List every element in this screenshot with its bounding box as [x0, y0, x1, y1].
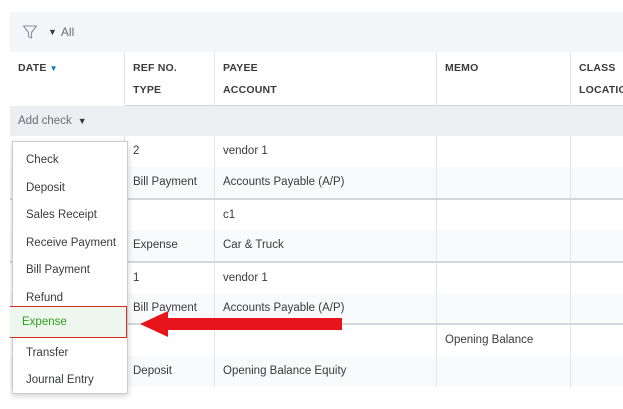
add-check-button[interactable]: Add check	[18, 115, 72, 127]
payee-cell: c1	[214, 200, 436, 231]
class-location-column-header[interactable]: CLASS LOCATION	[570, 52, 623, 106]
memo-cell	[436, 356, 570, 387]
account-cell: Car & Truck	[214, 230, 436, 261]
memo-cell	[436, 136, 570, 167]
red-arrow-left	[140, 311, 342, 337]
memo-header-label: MEMO	[445, 62, 479, 74]
memo-cell	[436, 293, 570, 324]
filter-bar: ▼ All	[10, 12, 623, 52]
ref-no-header-label: REF NO.	[133, 62, 177, 74]
memo-cell	[436, 263, 570, 294]
register-frame: ▼ All DATE ▼ REF NO. TYPE PAYEE ACCOUNT M…	[10, 12, 623, 409]
column-header-row: DATE ▼ REF NO. TYPE PAYEE ACCOUNT MEMO CL…	[10, 52, 623, 106]
type-cell: Bill Payment	[124, 167, 214, 198]
payee-account-column-header[interactable]: PAYEE ACCOUNT	[214, 52, 436, 106]
memo-cell	[436, 200, 570, 231]
memo-cell: Opening Balance	[436, 325, 570, 356]
class-cell	[570, 136, 623, 167]
type-cell: Deposit	[124, 356, 214, 387]
payee-cell: vendor 1	[214, 263, 436, 294]
class-cell	[570, 263, 623, 294]
menu-item-receive-payment[interactable]: Receive Payment	[13, 229, 127, 257]
location-header-label: LOCATION	[579, 84, 623, 96]
memo-column-header[interactable]: MEMO	[436, 52, 570, 106]
menu-item-transfer[interactable]: Transfer	[13, 339, 127, 367]
caret-down-icon[interactable]: ▼	[78, 116, 87, 126]
menu-item-bill-payment[interactable]: Bill Payment	[13, 256, 127, 284]
payee-cell: vendor 1	[214, 136, 436, 167]
ref-type-column-header[interactable]: REF NO. TYPE	[124, 52, 214, 106]
location-cell	[570, 356, 623, 387]
location-cell	[570, 230, 623, 261]
date-column-header[interactable]: DATE ▼	[10, 52, 124, 106]
menu-item-check[interactable]: Check	[13, 146, 127, 174]
caret-down-icon[interactable]: ▼	[48, 27, 57, 37]
menu-item-sales-receipt[interactable]: Sales Receipt	[13, 201, 127, 229]
funnel-icon[interactable]	[22, 24, 38, 40]
add-check-row: Add check ▼	[10, 106, 623, 136]
class-header-label: CLASS	[579, 62, 616, 74]
menu-item-expense[interactable]: Expense	[10, 306, 127, 338]
location-cell	[570, 167, 623, 198]
ref-no-cell	[124, 200, 214, 231]
date-header-label: DATE	[18, 62, 47, 74]
ref-no-cell: 2	[124, 136, 214, 167]
account-cell: Accounts Payable (A/P)	[214, 167, 436, 198]
type-cell: Expense	[124, 230, 214, 261]
account-header-label: ACCOUNT	[223, 84, 277, 96]
account-cell: Opening Balance Equity	[214, 356, 436, 387]
class-cell	[570, 200, 623, 231]
menu-item-deposit[interactable]: Deposit	[13, 174, 127, 202]
payee-header-label: PAYEE	[223, 62, 258, 74]
ref-no-cell: 1	[124, 263, 214, 294]
location-cell	[570, 293, 623, 324]
memo-cell	[436, 167, 570, 198]
memo-cell	[436, 230, 570, 261]
add-check-dropdown-menu: Check Deposit Sales Receipt Receive Paym…	[10, 141, 128, 394]
menu-item-journal-entry[interactable]: Journal Entry	[13, 366, 127, 394]
type-header-label: TYPE	[133, 84, 162, 96]
sort-down-icon: ▼	[49, 64, 58, 73]
filter-value[interactable]: All	[61, 25, 74, 39]
class-cell	[570, 325, 623, 356]
